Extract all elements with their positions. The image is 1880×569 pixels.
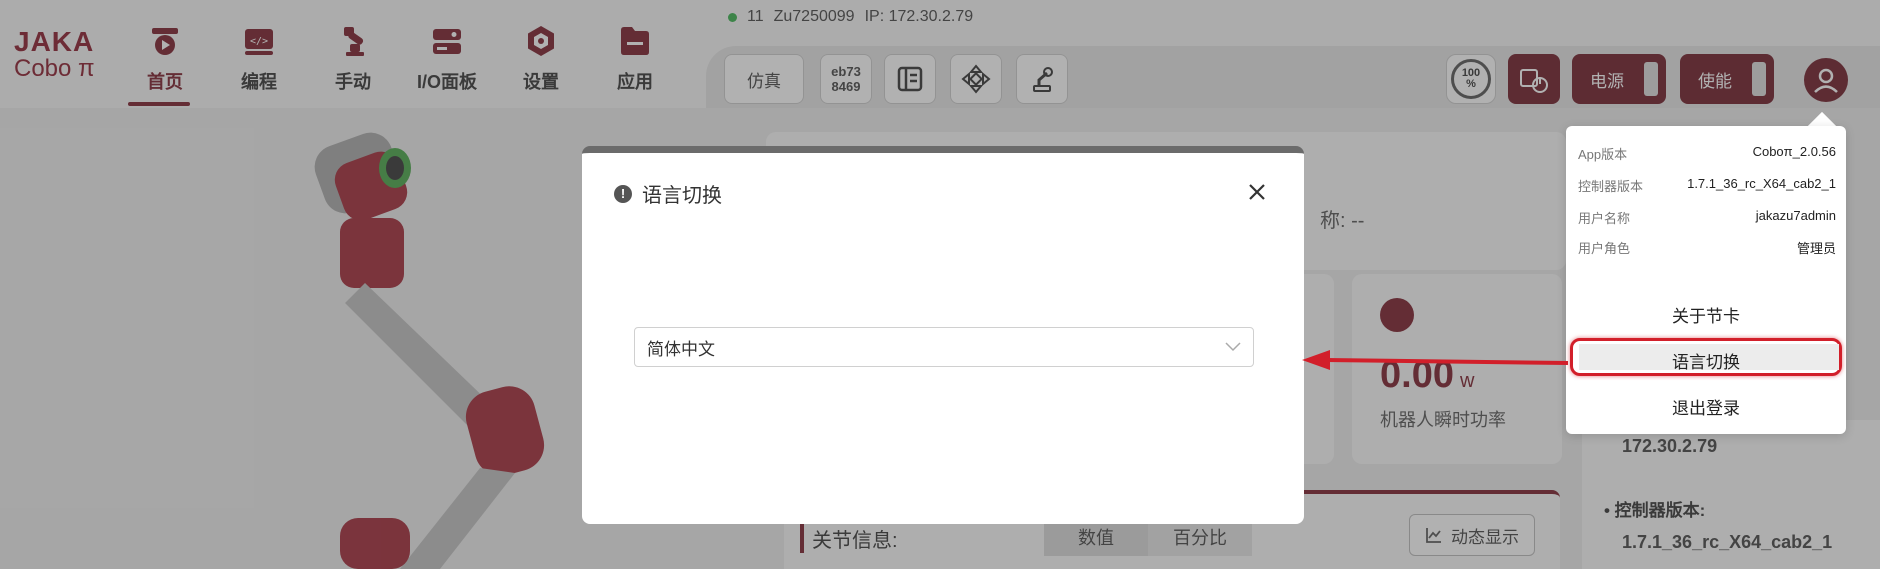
about-menu-item[interactable]: 关于节卡 <box>1566 302 1846 327</box>
logout-menu-item[interactable]: 退出登录 <box>1566 394 1846 419</box>
user-role-value: 管理员 <box>1796 241 1836 256</box>
language-switch-menu-item[interactable]: 语言切换 <box>1566 348 1846 373</box>
annotation-arrow-icon <box>1302 350 1569 370</box>
controller-version-row: 控制器版本 1.7.1_36_rc_X64_cab2_1 <box>1578 176 1836 195</box>
app-version-value: Coboπ_2.0.56 <box>1752 144 1836 159</box>
app-version-row: App版本 Coboπ_2.0.56 <box>1578 144 1836 163</box>
username-value: jakazu7admin <box>1755 208 1836 223</box>
info-icon: ! <box>614 184 632 203</box>
chevron-down-icon <box>1225 342 1241 352</box>
app-version-label: App版本 <box>1578 147 1628 162</box>
controller-version-value: 1.7.1_36_rc_X64_cab2_1 <box>1687 176 1836 191</box>
dialog-header: ! 语言切换 <box>614 179 722 208</box>
close-icon <box>1249 184 1265 200</box>
user-role-label: 用户角色 <box>1578 241 1631 256</box>
language-select[interactable]: 简体中文 <box>634 327 1254 367</box>
dialog-title: 语言切换 <box>642 185 722 207</box>
close-button[interactable] <box>1240 175 1274 209</box>
username-row: 用户名称 jakazu7admin <box>1578 208 1836 227</box>
user-role-row: 用户角色 管理员 <box>1578 238 1836 257</box>
username-label: 用户名称 <box>1578 211 1631 226</box>
language-switch-dialog: ! 语言切换 简体中文 <box>582 146 1304 524</box>
controller-version-label: 控制器版本 <box>1578 179 1644 194</box>
selected-language: 简体中文 <box>647 339 715 359</box>
user-dropdown-menu: App版本 Coboπ_2.0.56 控制器版本 1.7.1_36_rc_X64… <box>1566 126 1846 434</box>
